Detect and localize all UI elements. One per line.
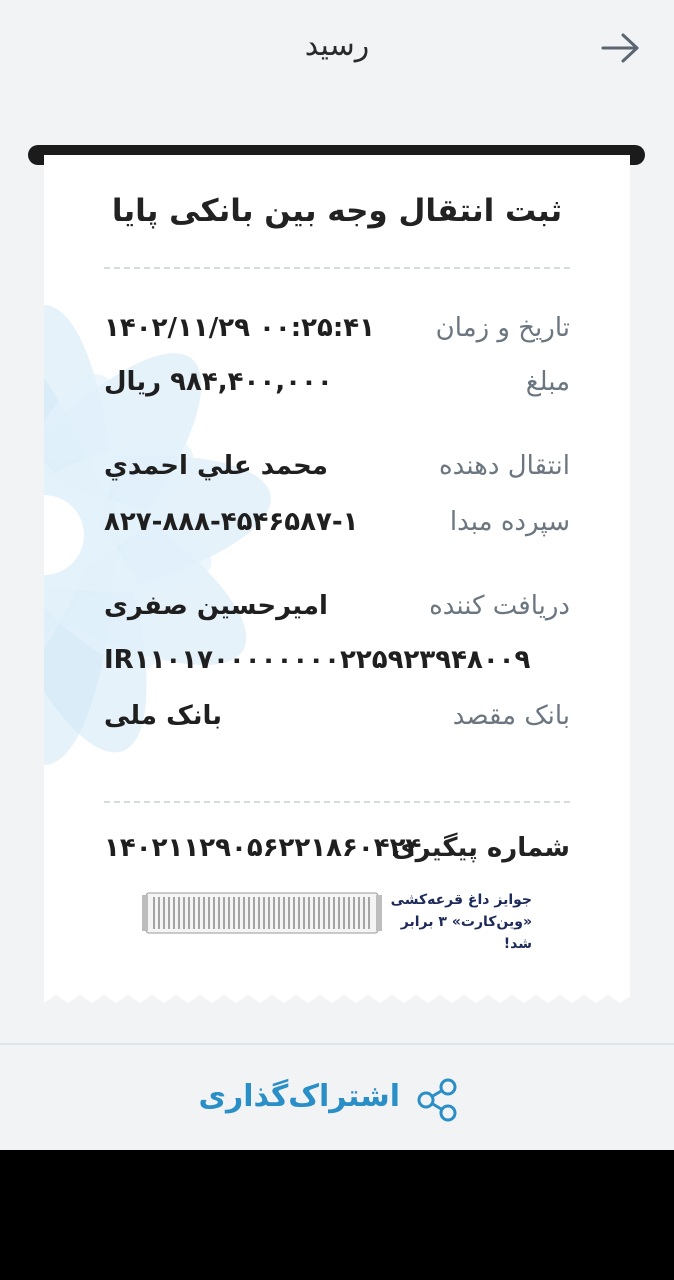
value-sender: محمد علي احمدي [104, 451, 328, 481]
share-label: اشتراک‌گذاری [198, 1079, 400, 1114]
share-button[interactable]: اشتراک‌گذاری [198, 1075, 470, 1125]
app-header: رسید [0, 0, 674, 110]
page-title: رسید [304, 28, 370, 63]
label-sender: انتقال دهنده [439, 451, 570, 481]
divider [104, 267, 570, 269]
receipt-title: ثبت انتقال وجه بین بانکی پایا [111, 193, 563, 229]
label-destination-bank: بانک مقصد [452, 701, 570, 731]
receipt-torn-edge [44, 995, 630, 1017]
value-amount: ۹۸۴,۴۰۰,۰۰۰ ریال [104, 367, 333, 397]
ad-line-2: «وین‌کارت» ۳ برابر شد! [400, 914, 532, 952]
share-icon [417, 1078, 457, 1122]
ad-line-1: جوایز داغ قرعه‌کشی [390, 892, 532, 908]
label-datetime: تاریخ و زمان [435, 313, 570, 343]
label-receiver: دریافت کننده [429, 591, 570, 621]
row-datetime: تاریخ و زمان ۱۴۰۲/۱۱/۲۹ ۰۰:۲۵:۴۱ [104, 313, 570, 353]
value-datetime: ۱۴۰۲/۱۱/۲۹ ۰۰:۲۵:۴۱ [104, 313, 376, 343]
ad-text: جوایز داغ قرعه‌کشی «وین‌کارت» ۳ برابر شد… [382, 889, 532, 955]
value-tracking: ۱۴۰۲۱۱۲۹۰۵۶۲۲۱۸۶۰۴۲۴ [104, 833, 422, 863]
arrow-right-icon[interactable] [600, 30, 642, 66]
screen-bottom-bar [0, 1150, 674, 1280]
divider [104, 801, 570, 803]
value-source-account: ۸۲۷-۸۸۸-۴۵۴۶۵۸۷-۱ [104, 507, 359, 537]
row-iban: IR۱۱۰۱۷۰۰۰۰۰۰۰۰۲۲۵۹۲۳۹۴۸۰۰۹ [104, 645, 570, 685]
label-amount: مبلغ [525, 367, 570, 397]
row-receiver: دریافت کننده امیرحسین صفری [104, 591, 570, 631]
row-source-account: سپرده مبدا ۸۲۷-۸۸۸-۴۵۴۶۵۸۷-۱ [104, 507, 570, 547]
value-receiver: امیرحسین صفری [104, 591, 328, 621]
row-sender: انتقال دهنده محمد علي احمدي [104, 451, 570, 491]
row-tracking: شماره پیگیری ۱۴۰۲۱۱۲۹۰۵۶۲۲۱۸۶۰۴۲۴ [104, 833, 570, 873]
bottom-action-bar: اشتراک‌گذاری [0, 1043, 674, 1152]
ad-banner[interactable]: جوایز داغ قرعه‌کشی «وین‌کارت» ۳ برابر شد… [142, 885, 532, 952]
label-source-account: سپرده مبدا [449, 507, 570, 537]
receipt-card: ثبت انتقال وجه بین بانکی پایا تاریخ و زم… [44, 155, 630, 1015]
row-amount: مبلغ ۹۸۴,۴۰۰,۰۰۰ ریال [104, 367, 570, 407]
value-iban: IR۱۱۰۱۷۰۰۰۰۰۰۰۰۲۲۵۹۲۳۹۴۸۰۰۹ [104, 645, 531, 675]
value-destination-bank: بانک ملی [104, 701, 222, 731]
radiator-image [142, 892, 382, 934]
row-destination-bank: بانک مقصد بانک ملی [104, 701, 570, 741]
